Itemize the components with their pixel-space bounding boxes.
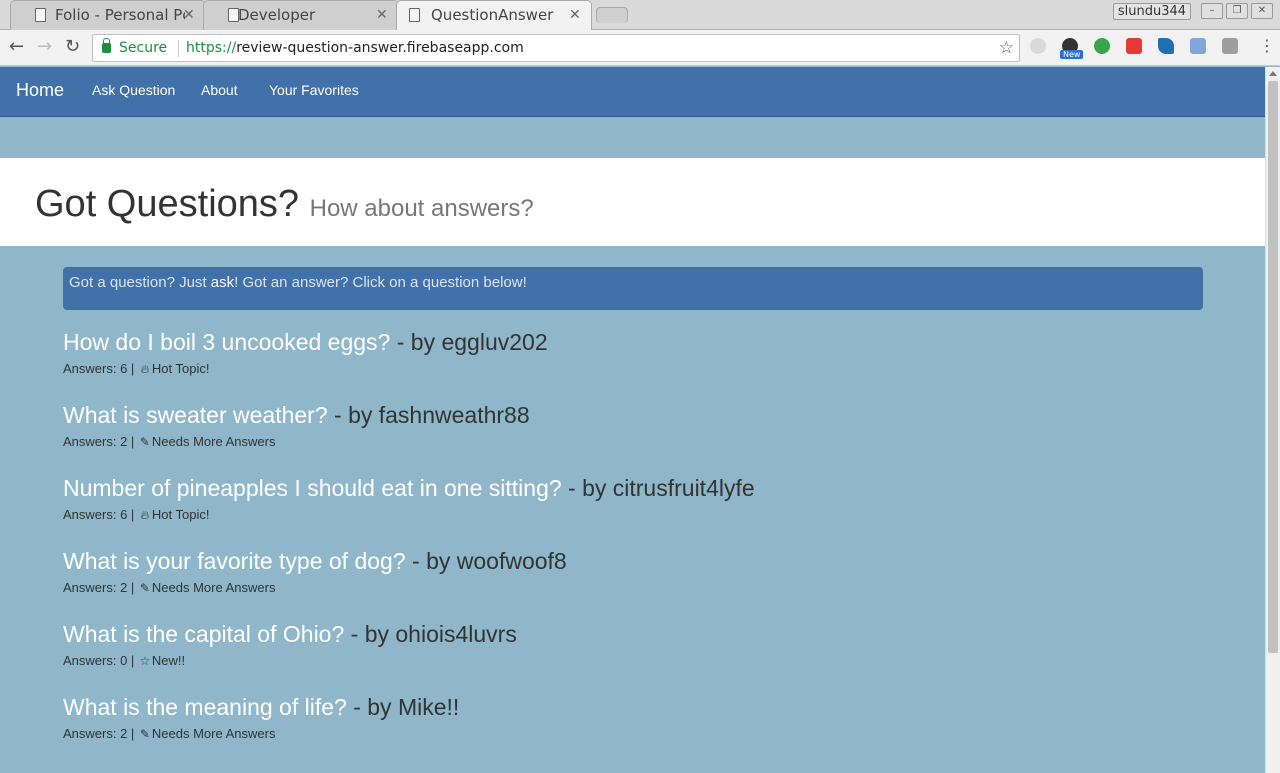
question-link[interactable]: What is the meaning of life? [63,694,347,720]
scrollbar-thumb[interactable] [1268,81,1278,653]
extension-blue-icon[interactable] [1190,38,1206,54]
extension-gray-icon[interactable] [1222,38,1238,54]
forward-arrow-icon[interactable]: → [37,38,52,56]
question-item: What is sweater weather? - by fashnweath… [63,398,1203,471]
question-item: How do I boil 3 uncooked eggs? - by eggl… [63,325,1203,398]
info-text-before: Got a question? Just [69,274,211,291]
back-arrow-icon[interactable]: ← [9,38,24,56]
tab-label: QuestionAnswer [431,6,554,24]
status-label: Hot Topic! [151,361,210,376]
secure-label: Secure [119,40,168,56]
reload-icon[interactable]: ↻ [65,38,80,56]
tab-label: Developer [238,6,316,24]
question-item: What is your favorite type of dog? - by … [63,544,1203,617]
question-author: - by fashnweathr88 [327,402,530,428]
question-author: - by woofwoof8 [405,548,567,574]
fire-icon: 🔥︎ [140,508,150,522]
answer-count: Answers: 2 | [63,726,138,741]
tab-questionanswer[interactable]: QuestionAnswer ✕ [396,0,592,31]
close-tab-icon[interactable]: ✕ [183,7,195,23]
fire-icon: 🔥︎ [140,362,150,376]
question-link[interactable]: What is sweater weather? [63,402,328,428]
pencil-icon: ✎ [139,727,150,741]
bookmark-star-icon[interactable]: ☆ [999,38,1014,58]
nav-ask-question-link[interactable]: Ask Question [92,82,175,98]
pencil-icon: ✎ [139,435,150,449]
status-label: Needs More Answers [151,434,276,449]
answer-count: Answers: 6 | [63,361,138,376]
page-title: Got Questions? How about answers? [35,183,534,226]
star-icon: ☆ [139,654,151,668]
question-author: - by eggluv202 [390,329,548,355]
status-label: Needs More Answers [151,726,276,741]
window-controls: – ❐ ✕ [1201,3,1273,19]
info-alert: Got a question? Just ask! Got an answer?… [63,267,1203,310]
new-badge: New [1060,50,1084,59]
status-label: Needs More Answers [151,580,276,595]
close-tab-icon[interactable]: ✕ [376,7,388,23]
page-subtitle: How about answers? [309,195,534,222]
extension-butterfly-icon[interactable] [1158,38,1174,54]
divider [178,40,179,57]
answer-count: Answers: 2 | [63,434,138,449]
url-scheme: https:// [186,40,237,56]
question-link[interactable]: What is the capital of Ohio? [63,621,344,647]
ask-link[interactable]: ask [211,274,234,291]
answer-count: Answers: 6 | [63,507,138,522]
extension-ghost-icon[interactable] [1030,38,1046,54]
nav-about-link[interactable]: About [201,82,238,98]
close-window-icon[interactable]: ✕ [1251,3,1273,19]
extension-download-icon[interactable] [1094,38,1110,54]
nav-home-link[interactable]: Home [16,80,64,101]
close-tab-icon[interactable]: ✕ [569,7,581,23]
url-text[interactable]: https://review-question-answer.firebasea… [186,40,524,56]
extension-red-icon[interactable] [1126,38,1142,54]
page-viewport: Home Ask Question About Your Favorites G… [0,67,1265,773]
scroll-up-icon[interactable] [1269,71,1277,76]
question-link[interactable]: What is your favorite type of dog? [63,548,406,574]
profile-user-button[interactable]: slundu344 [1113,3,1191,20]
document-icon [35,8,46,22]
status-label: New!! [151,653,186,668]
question-item: What is the meaning of life? - by Mike!!… [63,690,1203,763]
status-label: Hot Topic! [151,507,210,522]
question-link[interactable]: How do I boil 3 uncooked eggs? [63,329,390,355]
maximize-icon[interactable]: ❐ [1226,3,1248,19]
jumbotron: Got Questions? How about answers? [0,158,1265,246]
minimize-icon[interactable]: – [1201,3,1223,19]
browser-menu-icon[interactable]: ⋮ [1259,38,1275,54]
question-author: - by Mike!! [346,694,460,720]
question-item: What is the capital of Ohio? - by ohiois… [63,617,1203,690]
address-bar[interactable]: Secure https://review-question-answer.fi… [92,34,1020,62]
answer-count: Answers: 0 | [63,653,138,668]
tab-folio[interactable]: Folio - Personal Pc ✕ [10,0,206,30]
browser-toolbar: ← → ↻ Secure https://review-question-ans… [0,30,1280,66]
url-host: review-question-answer.firebaseapp.com [236,40,524,56]
document-icon [409,8,420,22]
question-item: Number of pineapples I should eat in one… [63,471,1203,544]
info-text-after: ! Got an answer? Click on a question bel… [234,274,527,291]
page-scrollbar[interactable] [1265,67,1280,773]
question-author: - by ohiois4luvrs [344,621,517,647]
tab-label: Folio - Personal Pc [55,6,185,24]
page-title-text: Got Questions? [35,183,300,225]
lock-icon [102,38,111,53]
nav-favorites-link[interactable]: Your Favorites [269,82,359,98]
answer-count: Answers: 2 | [63,580,138,595]
tab-strip: Folio - Personal Pc ✕ Developer ✕ Questi… [0,0,1280,31]
question-list: How do I boil 3 uncooked eggs? - by eggl… [63,325,1203,763]
tab-developer[interactable]: Developer ✕ [203,0,399,30]
site-navbar: Home Ask Question About Your Favorites [0,67,1265,117]
question-link[interactable]: Number of pineapples I should eat in one… [63,475,562,501]
new-tab-button[interactable] [596,7,628,23]
question-author: - by citrusfruit4lyfe [561,475,755,501]
pencil-icon: ✎ [139,581,150,595]
